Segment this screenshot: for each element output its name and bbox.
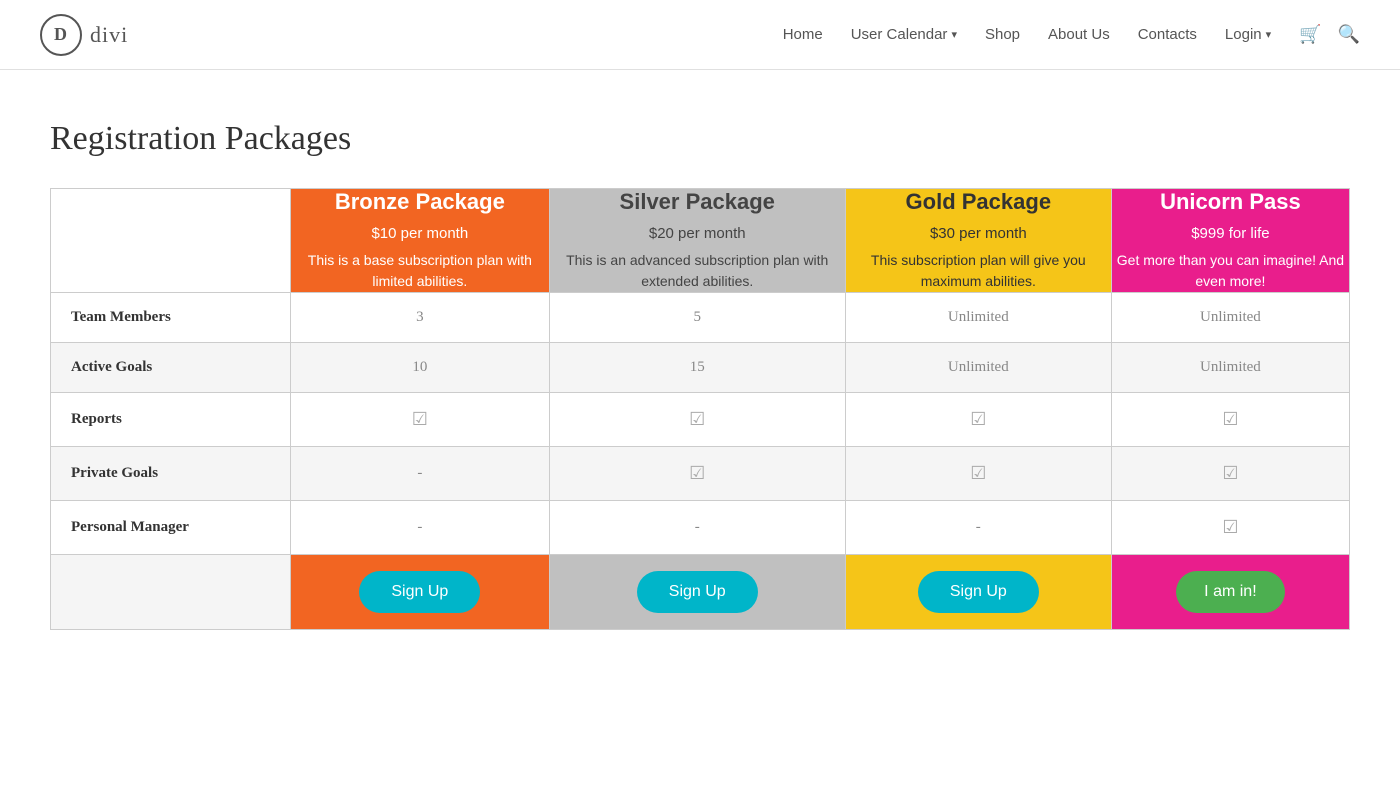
cart-icon[interactable]: 🛒	[1299, 24, 1321, 45]
bronze-name: Bronze Package	[291, 189, 549, 215]
feature-value: Unlimited	[845, 343, 1111, 393]
pricing-table: Bronze Package $10 per month This is a b…	[50, 188, 1350, 630]
silver-header: Silver Package $20 per month This is an …	[549, 189, 845, 293]
main-content: Registration Packages Bronze Package $10…	[0, 70, 1400, 690]
nav-icons: 🛒 🔍	[1299, 24, 1360, 45]
feature-row: Private Goals-☑☑☑	[51, 447, 1350, 501]
nav-home[interactable]: Home	[783, 26, 823, 43]
feature-value: -	[291, 447, 550, 501]
gold-signup-button[interactable]: Sign Up	[918, 571, 1039, 613]
silver-btn-cell: Sign Up	[549, 555, 845, 630]
feature-row: Team Members35UnlimitedUnlimited	[51, 293, 1350, 343]
feature-value: -	[549, 501, 845, 555]
nav-login[interactable]: Login ▾	[1225, 26, 1271, 43]
silver-name: Silver Package	[550, 189, 845, 215]
main-nav: Home User Calendar ▾ Shop About Us Conta…	[783, 24, 1360, 45]
nav-contacts[interactable]: Contacts	[1138, 26, 1197, 43]
unicorn-btn-cell: I am in!	[1111, 555, 1349, 630]
feature-value: 15	[549, 343, 845, 393]
feature-label: Team Members	[51, 293, 291, 343]
search-icon[interactable]: 🔍	[1338, 24, 1360, 45]
feature-value: -	[291, 501, 550, 555]
feature-row: Active Goals1015UnlimitedUnlimited	[51, 343, 1350, 393]
unicorn-name: Unicorn Pass	[1112, 189, 1349, 215]
feature-label: Private Goals	[51, 447, 291, 501]
gold-header: Gold Package $30 per month This subscrip…	[845, 189, 1111, 293]
gold-desc: This subscription plan will give you max…	[871, 252, 1086, 289]
feature-row: Personal Manager---☑	[51, 501, 1350, 555]
feature-value: ☑	[549, 393, 845, 447]
page-title: Registration Packages	[50, 120, 1350, 158]
feature-value: 3	[291, 293, 550, 343]
header-label-cell	[51, 189, 291, 293]
unicorn-desc: Get more than you can imagine! And even …	[1117, 252, 1344, 289]
feature-value: 5	[549, 293, 845, 343]
bronze-price: $10 per month	[291, 225, 549, 242]
feature-value: ☑	[1111, 501, 1349, 555]
gold-btn-cell: Sign Up	[845, 555, 1111, 630]
feature-label: Reports	[51, 393, 291, 447]
feature-value: ☑	[1111, 393, 1349, 447]
chevron-down-icon: ▾	[951, 28, 957, 41]
bronze-desc: This is a base subscription plan with li…	[308, 252, 532, 289]
chevron-down-icon: ▾	[1266, 28, 1272, 41]
nav-shop[interactable]: Shop	[985, 26, 1020, 43]
nav-about-us[interactable]: About Us	[1048, 26, 1110, 43]
unicorn-price: $999 for life	[1112, 225, 1349, 242]
logo[interactable]: D divi	[40, 14, 128, 56]
feature-value: ☑	[1111, 447, 1349, 501]
gold-price: $30 per month	[846, 225, 1111, 242]
gold-name: Gold Package	[846, 189, 1111, 215]
bronze-signup-button[interactable]: Sign Up	[359, 571, 480, 613]
button-row-label	[51, 555, 291, 630]
unicorn-header: Unicorn Pass $999 for life Get more than…	[1111, 189, 1349, 293]
feature-label: Personal Manager	[51, 501, 291, 555]
bronze-btn-cell: Sign Up	[291, 555, 550, 630]
silver-signup-button[interactable]: Sign Up	[637, 571, 758, 613]
logo-icon: D	[40, 14, 82, 56]
nav-user-calendar[interactable]: User Calendar ▾	[851, 26, 957, 43]
site-header: D divi Home User Calendar ▾ Shop About U…	[0, 0, 1400, 70]
package-header-row: Bronze Package $10 per month This is a b…	[51, 189, 1350, 293]
feature-value: ☑	[845, 393, 1111, 447]
button-row: Sign Up Sign Up Sign Up I am in!	[51, 555, 1350, 630]
feature-value: Unlimited	[845, 293, 1111, 343]
feature-row: Reports☑☑☑☑	[51, 393, 1350, 447]
feature-value: ☑	[549, 447, 845, 501]
unicorn-signup-button[interactable]: I am in!	[1176, 571, 1284, 613]
silver-desc: This is an advanced subscription plan wi…	[566, 252, 828, 289]
feature-value: ☑	[291, 393, 550, 447]
feature-label: Active Goals	[51, 343, 291, 393]
silver-price: $20 per month	[550, 225, 845, 242]
feature-value: Unlimited	[1111, 343, 1349, 393]
feature-value: 10	[291, 343, 550, 393]
feature-value: -	[845, 501, 1111, 555]
feature-value: Unlimited	[1111, 293, 1349, 343]
bronze-header: Bronze Package $10 per month This is a b…	[291, 189, 550, 293]
feature-value: ☑	[845, 447, 1111, 501]
brand-name: divi	[90, 22, 128, 48]
